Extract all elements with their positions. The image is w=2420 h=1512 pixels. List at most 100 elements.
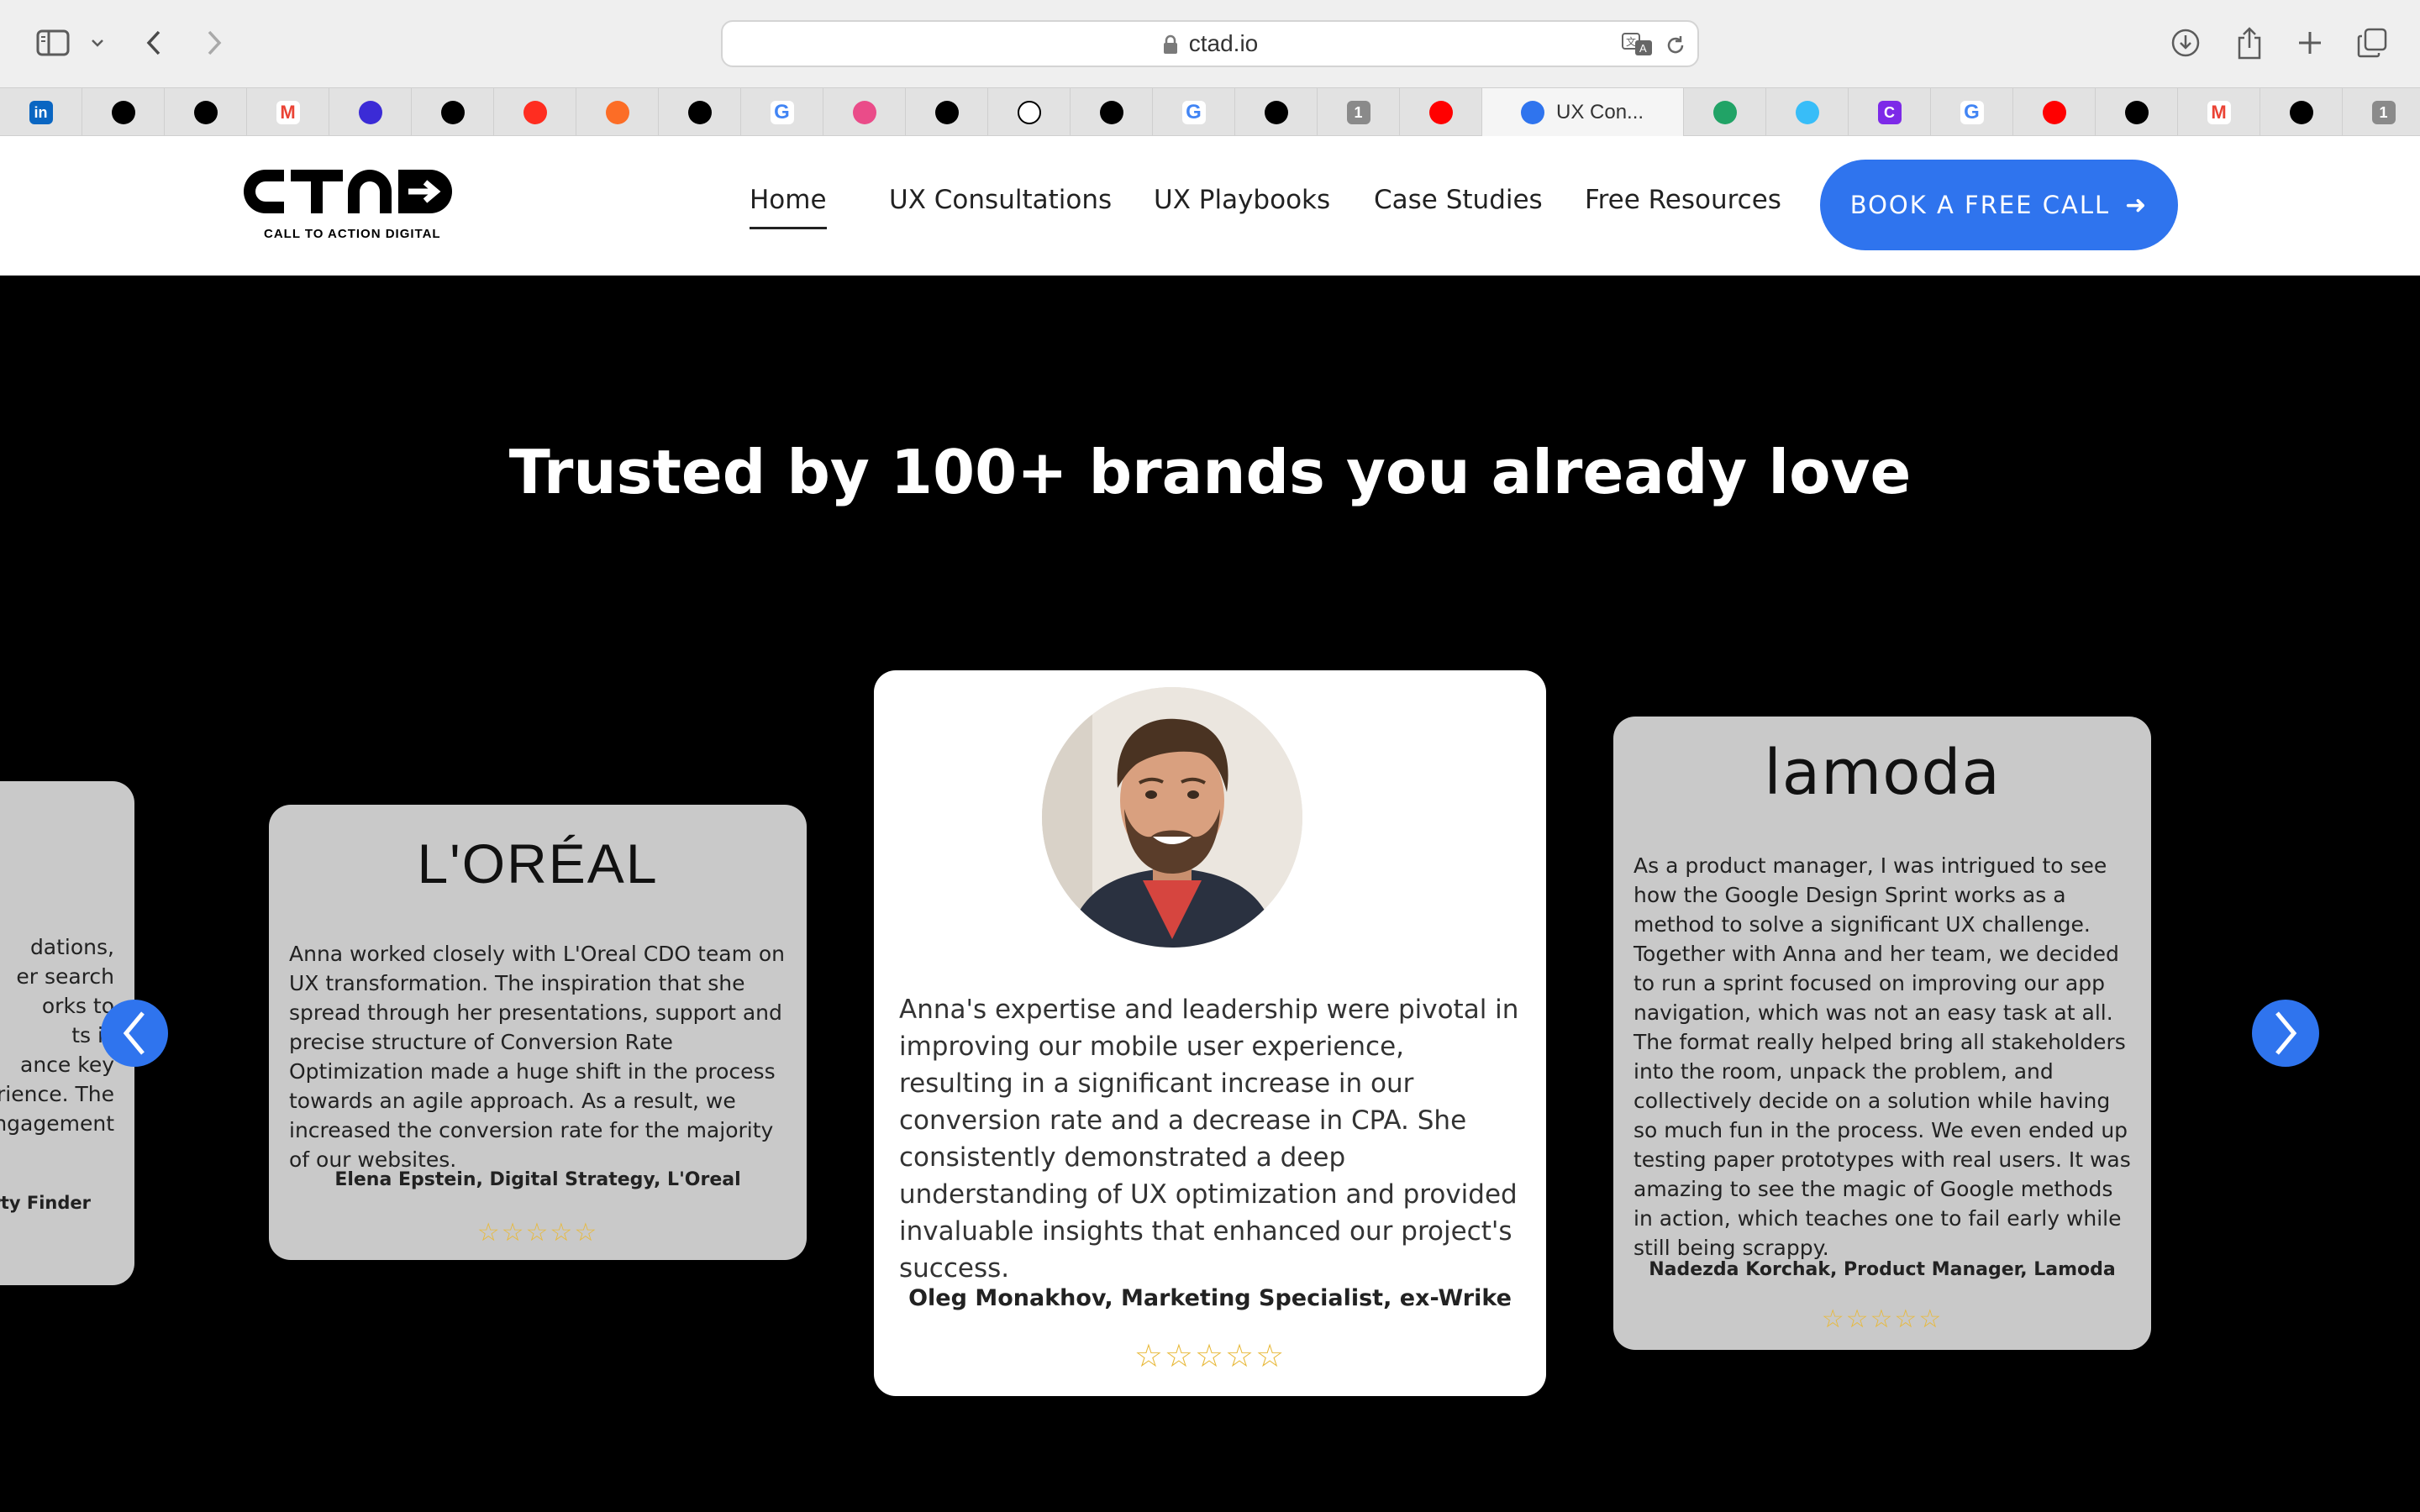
- url-text: ctad.io: [1188, 30, 1259, 56]
- browser-tab[interactable]: [329, 88, 412, 137]
- browser-tab[interactable]: [988, 88, 1071, 137]
- tab-overview-icon[interactable]: [2351, 22, 2393, 64]
- browser-tab[interactable]: [165, 88, 247, 137]
- nav-ux-consultations[interactable]: UX Consultations: [889, 185, 1112, 227]
- browser-tab[interactable]: [1400, 88, 1482, 137]
- testimonial-quote: As a product manager, I was intrigued to…: [1634, 853, 2131, 1260]
- quote-line: ts is: [71, 1023, 114, 1047]
- arrow-right-icon: ➜: [2125, 190, 2149, 220]
- target-icon: [2289, 101, 2313, 124]
- browser-toolbar: ctad.io 文A: [0, 0, 2420, 87]
- browser-tab[interactable]: G: [741, 88, 823, 137]
- back-icon[interactable]: [141, 22, 166, 64]
- nav-ux-playbooks[interactable]: UX Playbooks: [1154, 185, 1330, 227]
- browser-tab[interactable]: UX Con...: [1482, 88, 1684, 137]
- browser-tab[interactable]: [2096, 88, 2178, 137]
- star-rating: ☆☆☆☆☆: [476, 1218, 599, 1247]
- gitlab-icon: [605, 101, 629, 124]
- svg-text:文: 文: [1626, 35, 1636, 48]
- nav-free-resources[interactable]: Free Resources: [1585, 185, 1781, 227]
- gmail-icon: M: [2207, 101, 2231, 124]
- nav-home[interactable]: Home: [750, 185, 827, 229]
- quote-line: engagement: [0, 1111, 114, 1136]
- new-tab-icon[interactable]: [2289, 22, 2331, 64]
- avatar: [1042, 687, 1302, 948]
- logo-tagline: CALL TO ACTION DIGITAL: [264, 227, 441, 241]
- testimonial-author: erty Finder: [0, 1193, 91, 1213]
- lock-icon: [1162, 34, 1179, 54]
- browser-tab[interactable]: [1071, 88, 1153, 137]
- google-icon: G: [770, 101, 794, 124]
- browser-tab[interactable]: G: [1931, 88, 2013, 137]
- browser-tab[interactable]: 1: [1318, 88, 1400, 137]
- browser-tab[interactable]: [494, 88, 576, 137]
- carousel-prev-button[interactable]: [101, 1000, 168, 1067]
- tab-title: UX Con...: [1556, 101, 1644, 123]
- browser-tab[interactable]: [412, 88, 494, 137]
- reload-icon[interactable]: [1664, 34, 1687, 60]
- quote-line: erience. The: [0, 1082, 114, 1106]
- testimonial-card-wrike: Anna's expertise and leadership were piv…: [874, 670, 1546, 1396]
- testimonial-quote: Anna worked closely with L'Oreal CDO tea…: [289, 942, 786, 1172]
- chatgpt-icon: [1099, 101, 1123, 124]
- browser-tab[interactable]: C: [1849, 88, 1931, 137]
- browser-tab[interactable]: [823, 88, 906, 137]
- book-free-call-button[interactable]: BOOK A FREE CALL ➜: [1820, 160, 2178, 250]
- lamoda-logo: lamoda: [1764, 737, 2001, 809]
- quote-line: orks to: [41, 994, 114, 1018]
- browser-tab[interactable]: [1235, 88, 1318, 137]
- gmail-icon: M: [276, 101, 300, 124]
- nav-case-studies[interactable]: Case Studies: [1374, 185, 1543, 227]
- translate-icon[interactable]: 文A: [1622, 32, 1654, 60]
- linkedin-icon: in: [29, 101, 53, 124]
- dribbble-icon: [852, 101, 876, 124]
- download-icon[interactable]: [2165, 22, 2207, 64]
- site-icon: [193, 101, 218, 124]
- book-free-call-label: BOOK A FREE CALL: [1849, 191, 2111, 219]
- testimonial-card-lamoda: lamoda As a product manager, I was intri…: [1613, 717, 2151, 1350]
- chevron-down-icon[interactable]: [87, 22, 108, 64]
- browser-tab[interactable]: [906, 88, 988, 137]
- google-icon: G: [1960, 101, 1984, 124]
- tab-bar: in M G G 1 UX Con... C G M 1: [0, 87, 2420, 137]
- chevron-right-icon: [2275, 1011, 2297, 1055]
- star-rating: ☆☆☆☆☆: [1134, 1337, 1286, 1374]
- ctad-logo-mark: [244, 170, 452, 213]
- github-icon: [1264, 101, 1288, 124]
- share-icon[interactable]: [2228, 22, 2270, 64]
- browser-tab[interactable]: [2260, 88, 2343, 137]
- forward-icon[interactable]: [202, 22, 227, 64]
- layers-icon: [1712, 101, 1737, 124]
- testimonial-card-loreal: L'ORÉAL Anna worked closely with L'Oreal…: [269, 805, 807, 1260]
- browser-tab[interactable]: [82, 88, 165, 137]
- ctad-icon: [1521, 101, 1544, 124]
- browser-tab[interactable]: [2013, 88, 2096, 137]
- browser-tab[interactable]: G: [1153, 88, 1235, 137]
- ctad-logo[interactable]: CALL TO ACTION DIGITAL: [240, 166, 459, 259]
- testimonial-author: Oleg Monakhov, Marketing Specialist, ex-…: [908, 1285, 1512, 1311]
- bot-icon: [687, 101, 712, 124]
- star-rating: ☆☆☆☆☆: [1821, 1305, 1944, 1334]
- sidebar-toggle-icon[interactable]: [32, 22, 74, 64]
- app-icon: [358, 101, 382, 124]
- browser-tab[interactable]: M: [2178, 88, 2260, 137]
- browser-tab[interactable]: M: [247, 88, 329, 137]
- address-bar[interactable]: ctad.io 文A: [721, 20, 1699, 67]
- site-header: CALL TO ACTION DIGITAL Home UX Consultat…: [0, 136, 2420, 276]
- testimonial-quote: Anna's expertise and leadership were piv…: [899, 995, 1519, 1284]
- browser-tab[interactable]: [576, 88, 659, 137]
- github-icon: [111, 101, 135, 124]
- carousel-next-button[interactable]: [2252, 1000, 2319, 1067]
- onepassword-icon: 1: [1346, 101, 1370, 124]
- browser-tab[interactable]: [659, 88, 741, 137]
- browser-tab[interactable]: [1684, 88, 1766, 137]
- browser-tab[interactable]: 1: [2343, 88, 2420, 137]
- browser-tab[interactable]: [1766, 88, 1849, 137]
- quote-line: dations,: [29, 935, 114, 959]
- testimonial-author: Nadezda Korchak, Product Manager, Lamoda: [1649, 1259, 2116, 1280]
- svg-text:A: A: [1639, 42, 1647, 55]
- youtube-icon: [1428, 101, 1453, 124]
- chevron-left-icon: [123, 1011, 145, 1055]
- browser-tab[interactable]: in: [0, 88, 82, 137]
- canva-icon: C: [1877, 101, 1902, 124]
